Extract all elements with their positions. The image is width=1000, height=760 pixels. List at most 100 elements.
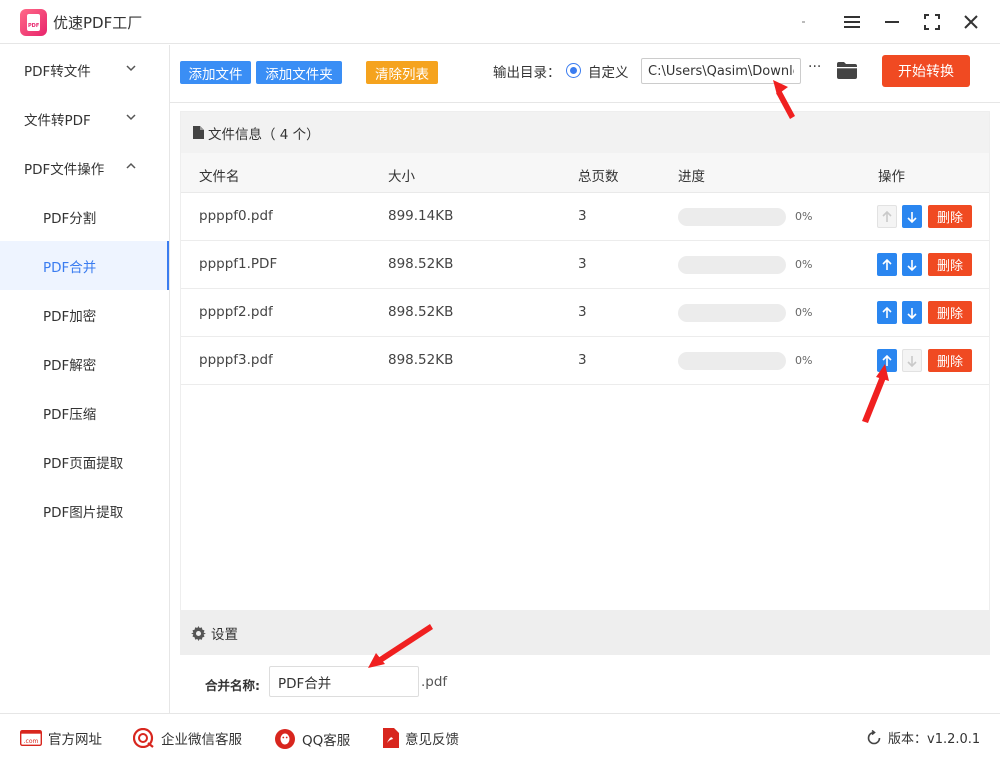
file-size: 898.52KB [388,256,454,272]
sidebar-item-pdf-merge[interactable]: PDF合并 [0,241,169,290]
move-down-button[interactable] [902,253,922,276]
progress-bar [678,256,786,274]
add-folder-button[interactable]: 添加文件夹 [256,61,342,84]
progress-percent: 0% [795,306,813,319]
table-row[interactable]: ppppf0.pdf 899.14KB 3 0% 删除 [181,193,989,241]
more-options-button[interactable]: ··· [808,59,821,75]
app-logo: PDF [20,9,47,36]
file-icon [193,126,204,139]
output-dir-label: 输出目录： [493,65,561,81]
sidebar-item-pdf-compress[interactable]: PDF压缩 [0,388,169,437]
wechat-support-link[interactable]: 企业微信客服 [133,728,242,748]
file-info-title: 文件信息（ 4 个） [208,126,320,143]
file-pages: 3 [578,208,587,224]
file-list-panel: 文件信息（ 4 个） 文件名 大小 总页数 进度 操作 ppppf0.pdf 89… [180,111,990,611]
pdf-feedback-icon [383,728,399,748]
file-size: 898.52KB [388,352,454,368]
move-down-button[interactable] [902,205,922,228]
move-down-button[interactable] [902,301,922,324]
file-name: ppppf3.pdf [199,352,273,368]
progress-percent: 0% [795,210,813,223]
refresh-icon [866,729,882,746]
version-info: 版本：v1.2.0.1 [866,728,980,747]
progress-percent: 0% [795,354,813,367]
custom-radio[interactable] [566,63,581,78]
arrow-up-icon [882,210,892,223]
menu-icon[interactable] [838,8,866,36]
sidebar: PDF转文件 文件转PDF PDF文件操作 PDF分割 PDF合并 PDF加密 … [0,45,170,713]
close-icon[interactable] [957,8,985,36]
file-pages: 3 [578,256,587,272]
file-name: ppppf2.pdf [199,304,273,320]
qq-icon [274,728,296,750]
maximize-icon[interactable] [918,8,946,36]
table-header: 文件名 大小 总页数 进度 操作 [181,153,989,193]
file-size: 899.14KB [388,208,454,224]
minimize-icon[interactable] [878,8,906,36]
gear-icon [191,625,206,641]
app-title: 优速PDF工厂 [53,14,143,32]
move-up-button[interactable] [877,205,897,228]
col-name-header: 文件名 [199,169,240,185]
output-path-input[interactable] [641,58,801,84]
wechat-icon [133,728,155,748]
file-pages: 3 [578,352,587,368]
progress-bar [678,304,786,322]
merge-suffix: .pdf [421,674,448,690]
merge-name-label: 合并名称: [205,678,260,693]
col-actions-header: 操作 [878,169,905,185]
table-row[interactable]: ppppf1.PDF 898.52KB 3 0% 删除 [181,241,989,289]
table-row[interactable]: ppppf3.pdf 898.52KB 3 0% 删除 [181,337,989,385]
table-row[interactable]: ppppf2.pdf 898.52KB 3 0% 删除 [181,289,989,337]
title-bar: PDF 优速PDF工厂 [0,0,1000,44]
col-progress-header: 进度 [678,169,705,185]
sidebar-item-pdf-image-extract[interactable]: PDF图片提取 [0,486,169,535]
sidebar-group-pdf-to-file[interactable]: PDF转文件 [0,45,169,94]
file-name: ppppf1.PDF [199,256,278,272]
toolbar-divider [170,102,1000,103]
start-convert-button[interactable]: 开始转换 [882,55,970,87]
arrow-up-icon [882,306,892,319]
divider-mark [802,21,805,23]
add-file-button[interactable]: 添加文件 [180,61,251,84]
sidebar-item-pdf-split[interactable]: PDF分割 [0,192,169,241]
col-pages-header: 总页数 [578,169,619,185]
chevron-up-icon [126,162,136,169]
sidebar-item-pdf-decrypt[interactable]: PDF解密 [0,339,169,388]
move-up-button[interactable] [877,301,897,324]
move-down-button[interactable] [902,349,922,372]
delete-button[interactable]: 删除 [928,253,972,276]
custom-radio-label[interactable]: 自定义 [588,61,629,81]
file-info-header: 文件信息（ 4 个） [181,112,989,153]
qq-support-link[interactable]: QQ客服 [274,728,350,750]
delete-button[interactable]: 删除 [928,205,972,228]
file-size: 898.52KB [388,304,454,320]
progress-bar [678,352,786,370]
website-link[interactable]: .com 官方网址 [20,728,102,748]
delete-button[interactable]: 删除 [928,349,972,372]
arrow-down-icon [907,355,917,367]
sidebar-group-file-to-pdf[interactable]: 文件转PDF [0,94,169,143]
chevron-down-icon [126,114,136,121]
file-name: ppppf0.pdf [199,208,273,224]
clear-list-button[interactable]: 清除列表 [366,61,438,84]
arrow-down-icon [907,211,917,223]
progress-bar [678,208,786,226]
svg-text:.com: .com [24,738,39,745]
progress-percent: 0% [795,258,813,271]
settings-body: 合并名称: .pdf [180,655,990,705]
sidebar-group-pdf-operations[interactable]: PDF文件操作 [0,143,169,192]
file-pages: 3 [578,304,587,320]
merge-name-input[interactable] [269,666,419,697]
sidebar-item-pdf-encrypt[interactable]: PDF加密 [0,290,169,339]
arrow-down-icon [907,259,917,271]
arrow-up-icon [882,354,892,367]
move-up-button[interactable] [877,349,897,372]
delete-button[interactable]: 删除 [928,301,972,324]
settings-header: 设置 [180,611,990,655]
move-up-button[interactable] [877,253,897,276]
sidebar-item-pdf-page-extract[interactable]: PDF页面提取 [0,437,169,486]
feedback-link[interactable]: 意见反馈 [383,728,459,748]
col-size-header: 大小 [388,169,415,185]
folder-icon[interactable] [837,62,857,79]
